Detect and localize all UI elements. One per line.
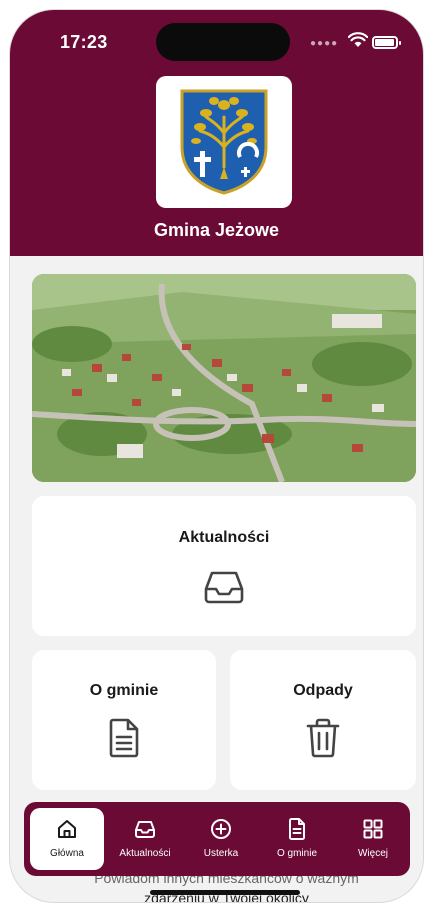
phone-screen: 17:23 ●●●● Gmina Jeżowe Aktualności O gm…: [10, 10, 423, 902]
home-indicator[interactable]: [150, 890, 300, 895]
tab-news-label: Aktualności: [119, 848, 171, 859]
about-gmina-card-title: O gminie: [89, 682, 159, 699]
town-name: Gmina Jeżowe: [153, 220, 280, 240]
tab-home-label: Główna: [50, 848, 84, 859]
tab-bar: Główna Aktualności Usterka O gminie Więc…: [24, 802, 410, 876]
waste-card[interactable]: Odpady: [230, 650, 416, 790]
coat-of-arms-icon: [156, 76, 292, 208]
tab-about-gmina[interactable]: O gminie: [260, 808, 334, 870]
tab-home[interactable]: Główna: [30, 808, 104, 870]
grid-icon: [363, 818, 383, 840]
about-gmina-card[interactable]: O gminie: [32, 650, 216, 790]
tab-more[interactable]: Więcej: [336, 808, 410, 870]
trash-icon: [305, 718, 341, 763]
inbox-icon: [202, 569, 246, 610]
aerial-town-photo: [32, 274, 416, 482]
wifi-icon: [347, 32, 369, 53]
news-card[interactable]: Aktualności: [32, 496, 416, 636]
document-icon: [107, 718, 141, 763]
waste-card-title: Odpady: [293, 682, 353, 699]
home-icon: [57, 818, 77, 840]
tab-report-issue-label: Usterka: [203, 848, 239, 859]
status-time: 17:23: [60, 32, 108, 52]
news-card-title: Aktualności: [178, 529, 270, 546]
header: 17:23 ●●●● Gmina Jeżowe: [10, 10, 423, 256]
battery-icon: [372, 36, 401, 49]
status-bar: 17:23 ●●●●: [10, 10, 423, 70]
document-icon: [288, 818, 306, 840]
tab-more-label: Więcej: [357, 848, 388, 859]
tab-news[interactable]: Aktualności: [108, 808, 182, 870]
tab-about-gmina-label: O gminie: [276, 848, 317, 859]
tab-report-issue[interactable]: Usterka: [184, 808, 258, 870]
signal-icon: ●●●●: [310, 38, 339, 49]
inbox-icon: [134, 818, 156, 840]
dynamic-island: [156, 23, 290, 61]
plus-circle-icon: [210, 818, 232, 840]
